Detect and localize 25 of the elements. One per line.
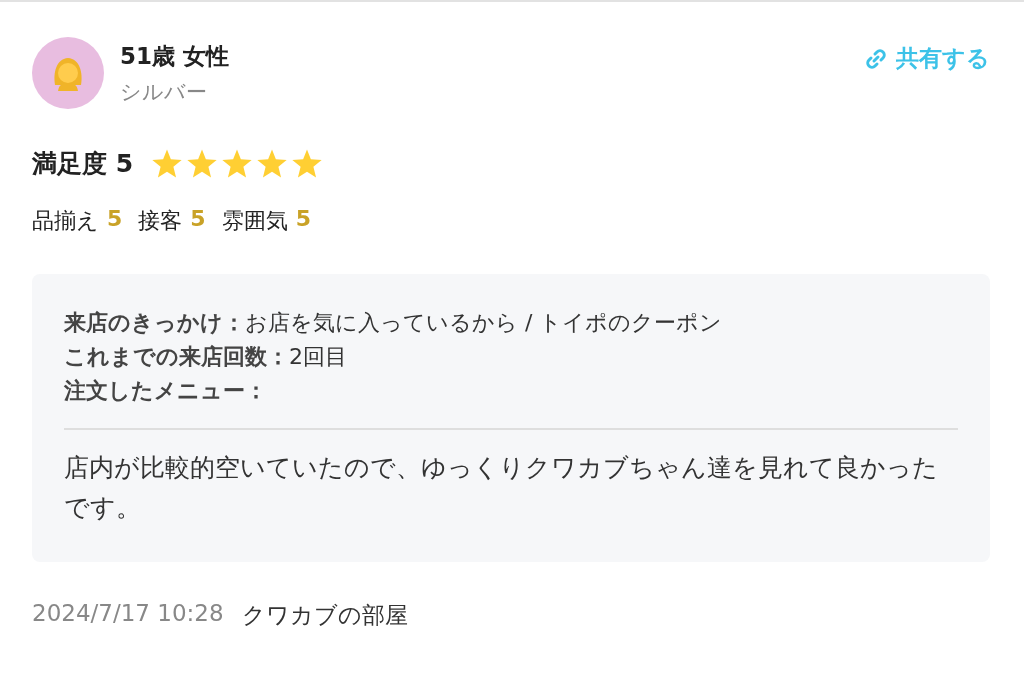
- detail-value: お店を気に入っているから / トイポのクーポン: [245, 310, 723, 335]
- rating-value: 5: [295, 206, 311, 233]
- detail-value: 2回目: [289, 344, 347, 369]
- person-icon: [51, 55, 85, 91]
- share-link[interactable]: 共有する: [864, 43, 990, 74]
- star-icon: [256, 148, 289, 179]
- star-icon: [291, 148, 324, 179]
- reviewer-rank: シルバー: [120, 78, 208, 106]
- review-comment: 店内が比較的空いていたので、ゆっくりクワカブちゃん達を見れて良かったです。: [64, 452, 939, 524]
- star-icon: [151, 148, 184, 179]
- rating-label: 雰囲気: [221, 207, 288, 235]
- detail-label: 注文したメニュー：: [64, 378, 267, 403]
- detail-label: これまでの来店回数：: [64, 344, 289, 369]
- rating-value: 5: [190, 206, 206, 233]
- review-date: 2024/7/17 10:28: [32, 600, 224, 628]
- rating-label: 品揃え: [32, 207, 99, 235]
- satisfaction-label: 満足度 5: [32, 148, 134, 180]
- star-icon: [221, 148, 254, 179]
- star-icon: [186, 148, 219, 179]
- link-icon: [864, 46, 888, 71]
- detail-label: 来店のきっかけ：: [64, 310, 245, 335]
- shop-name: クワカブの部屋: [241, 601, 408, 630]
- rating-value: 5: [107, 206, 123, 233]
- reviewer-name: 51歳 女性: [120, 41, 229, 71]
- rating-label: 接客: [138, 207, 183, 235]
